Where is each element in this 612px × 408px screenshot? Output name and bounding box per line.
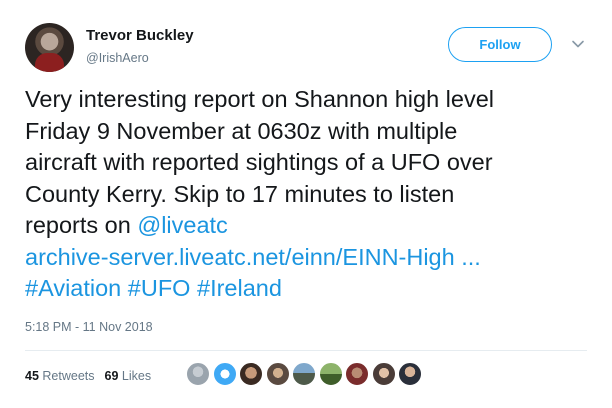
liker-avatar[interactable] <box>318 362 343 386</box>
url-link[interactable]: archive-server.liveatc.net/einn/EINN-Hig… <box>25 242 605 274</box>
likes-count: 69 <box>104 369 119 383</box>
hashtag-link[interactable]: #UFO <box>128 275 191 301</box>
liker-avatar[interactable] <box>239 362 263 386</box>
liker-avatar[interactable] <box>292 362 316 386</box>
retweets-stat[interactable]: 45 Retweets <box>25 369 95 383</box>
liker-avatar[interactable] <box>186 362 210 386</box>
tweet-timestamp[interactable]: 5:18 PM - 11 Nov 2018 <box>25 320 153 334</box>
liker-avatar[interactable] <box>371 362 396 386</box>
retweets-label: Retweets <box>42 369 95 383</box>
tweet-text-line: Very interesting report on Shannon high … <box>25 86 495 112</box>
liker-avatar[interactable] <box>212 362 237 386</box>
divider <box>25 350 587 351</box>
likes-stat[interactable]: 69 Likes <box>105 369 152 383</box>
tweet-text-fragment: reports on <box>25 212 138 238</box>
liker-avatars <box>186 362 425 386</box>
liker-avatar[interactable] <box>265 362 290 386</box>
hashtag-link[interactable]: #Aviation <box>25 275 121 301</box>
mention-link[interactable]: @liveatc <box>137 212 227 238</box>
likes-label: Likes <box>121 369 152 383</box>
author-handle[interactable]: @IrishAero <box>86 51 149 65</box>
tweet-text-line: County Kerry. Skip to 17 minutes to list… <box>25 180 455 207</box>
tweet-text-line: reports on @liveatc <box>25 210 605 242</box>
engagement-stats: 45 Retweets 69 Likes <box>25 369 157 383</box>
tweet-text-line: aircraft with reported sightings of a UF… <box>25 149 493 175</box>
author-avatar[interactable] <box>25 23 74 72</box>
hashtag-link[interactable]: #Ireland <box>197 275 282 301</box>
author-name[interactable]: Trevor Buckley <box>86 27 194 44</box>
liker-avatar[interactable] <box>345 362 369 386</box>
chevron-down-icon[interactable] <box>571 37 585 51</box>
follow-button[interactable]: Follow <box>448 27 552 62</box>
retweets-count: 45 <box>25 369 39 383</box>
tweet-text: Very interesting report on Shannon high … <box>25 84 605 305</box>
liker-avatar[interactable] <box>398 362 422 386</box>
tweet-card: Trevor Buckley @IrishAero Follow Very in… <box>0 0 612 408</box>
tweet-text-line: Friday 9 November at 0630z with multiple <box>25 117 458 144</box>
